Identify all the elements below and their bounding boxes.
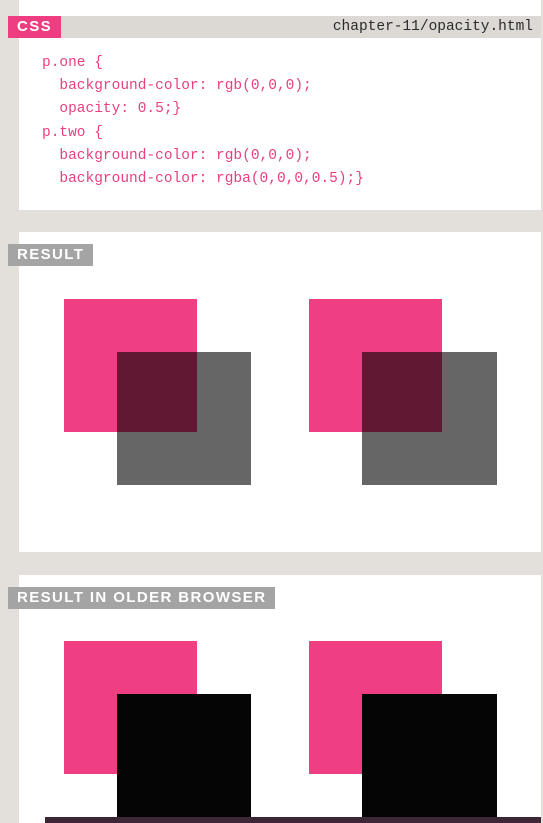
bottom-bar: [45, 817, 541, 823]
black-square-two: [362, 694, 497, 823]
css-tag: CSS: [8, 16, 62, 38]
code-block: p.one { background-color: rgb(0,0,0); op…: [42, 52, 364, 191]
semi-transparent-square-two: [362, 352, 497, 485]
code-line: background-color: rgb(0,0,0);: [42, 78, 312, 95]
result-tag: RESULT: [8, 244, 94, 266]
code-line: background-color: rgba(0,0,0,0.5);}: [42, 171, 364, 188]
code-line: p.two {: [42, 124, 103, 141]
semi-transparent-square-one: [117, 352, 251, 485]
code-line: opacity: 0.5;}: [42, 101, 182, 118]
black-square-one: [117, 694, 251, 823]
file-name: chapter-11/opacity.html: [332, 19, 533, 35]
code-line: p.one {: [42, 55, 103, 71]
code-line: background-color: rgb(0,0,0);: [42, 147, 312, 164]
older-browser-tag: RESULT IN OLDER BROWSER: [8, 587, 276, 609]
